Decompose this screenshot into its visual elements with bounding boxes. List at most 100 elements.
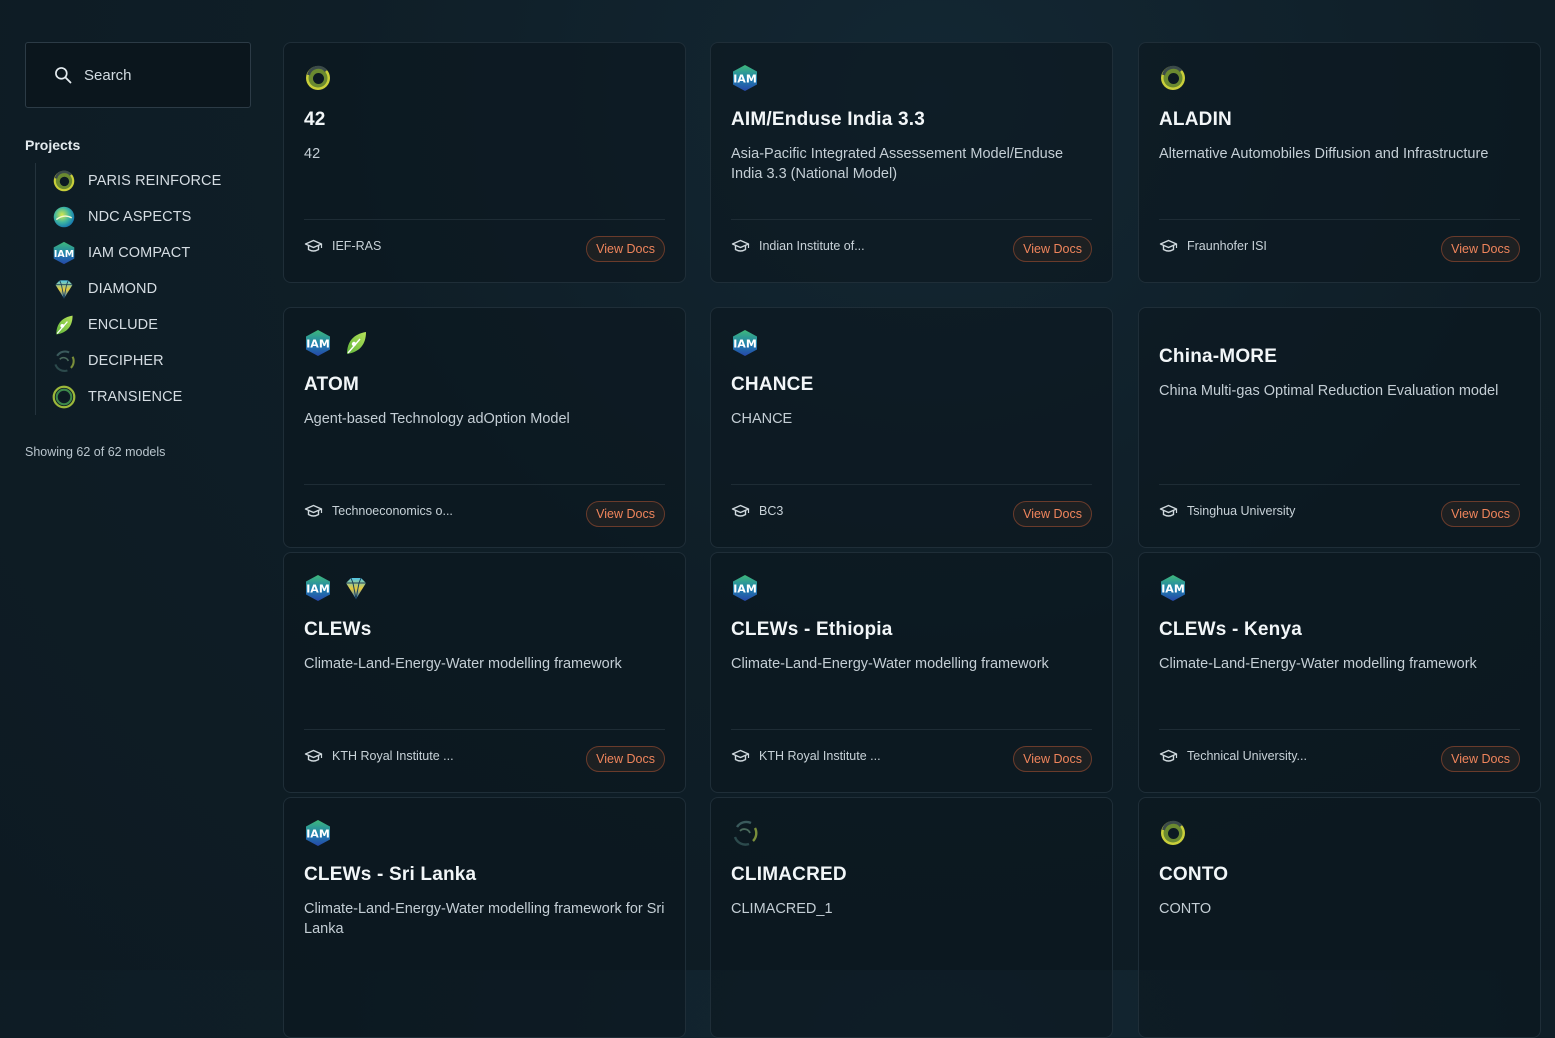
institution: BC3 xyxy=(731,504,783,518)
project-item-iam-compact[interactable]: IAM IAM COMPACT xyxy=(52,235,251,271)
institution: Indian Institute of... xyxy=(731,239,865,253)
project-item-label: PARIS REINFORCE xyxy=(88,173,222,189)
institution: Tsinghua University xyxy=(1159,504,1295,518)
view-docs-button[interactable]: View Docs xyxy=(586,236,665,262)
project-badges xyxy=(304,64,332,92)
project-item-enclude[interactable]: ENCLUDE xyxy=(52,307,251,343)
decipher-logo-icon xyxy=(731,819,759,847)
model-card[interactable]: IAM CLEWs Climate-Land-Energy-Water modell… xyxy=(283,552,686,793)
institution-name: KTH Royal Institute ... xyxy=(759,749,881,763)
model-title: ALADIN xyxy=(1159,109,1232,130)
project-badges xyxy=(731,819,759,847)
iam-compact-logo-icon: IAM xyxy=(304,819,332,847)
card-divider xyxy=(1159,219,1520,220)
model-card[interactable]: IAM AIM/Enduse India 3.3 Asia-Pacific Inte… xyxy=(710,42,1113,283)
enclude-leaf-icon xyxy=(52,313,76,337)
model-card[interactable]: IAM CLEWs - Ethiopia Climate-Land-Energy-W… xyxy=(710,552,1113,793)
iam-compact-logo-icon: IAM xyxy=(1159,574,1187,602)
graduation-cap-icon xyxy=(731,504,759,518)
model-title: CHANCE xyxy=(731,374,814,395)
institution: KTH Royal Institute ... xyxy=(304,749,454,763)
model-card[interactable]: ALADIN Alternative Automobiles Diffusion … xyxy=(1138,42,1541,283)
view-docs-button[interactable]: View Docs xyxy=(1013,236,1092,262)
model-title: CLEWs - Kenya xyxy=(1159,619,1303,640)
card-divider xyxy=(731,219,1092,220)
view-docs-button[interactable]: View Docs xyxy=(1441,501,1520,527)
project-item-label: NDC ASPECTS xyxy=(88,209,192,225)
svg-text:IAM: IAM xyxy=(733,338,757,351)
card-divider xyxy=(304,484,665,485)
model-description: CONTO xyxy=(1159,901,1212,917)
view-docs-button[interactable]: View Docs xyxy=(1441,236,1520,262)
project-list: PARIS REINFORCE NDC ASPECTS IAM IAM COMPACT… xyxy=(35,163,251,415)
project-item-label: DIAMOND xyxy=(88,281,158,297)
graduation-cap-icon xyxy=(304,749,332,763)
project-item-ndc-aspects[interactable]: NDC ASPECTS xyxy=(52,199,251,235)
model-description: CHANCE xyxy=(731,411,793,427)
institution: Technoeconomics o... xyxy=(304,504,453,518)
project-badges: IAM xyxy=(304,329,370,357)
institution: KTH Royal Institute ... xyxy=(731,749,881,763)
model-title: CLIMACRED xyxy=(731,864,847,885)
model-card[interactable]: IAM CHANCE CHANCE BC3 View Docs xyxy=(710,307,1113,548)
graduation-cap-icon xyxy=(731,749,759,763)
sidebar: Projects PARIS REINFORCE NDC ASPECTS IAMIA… xyxy=(25,42,251,459)
institution-name: KTH Royal Institute ... xyxy=(332,749,454,763)
project-item-label: IAM COMPACT xyxy=(88,245,191,261)
iam-compact-logo-icon: IAM xyxy=(304,329,332,357)
view-docs-button[interactable]: View Docs xyxy=(1441,746,1520,772)
model-card[interactable]: IAM CLEWs - Sri Lanka Climate-Land-Energy-… xyxy=(283,797,686,1038)
model-card[interactable]: IAM ATOM Agent-based Technology adOption M… xyxy=(283,307,686,548)
card-divider xyxy=(1159,729,1520,730)
graduation-cap-icon xyxy=(1159,239,1187,253)
ndc-aspects-logo-icon xyxy=(52,205,76,229)
projects-heading: Projects xyxy=(25,137,81,153)
project-badges: IAM xyxy=(731,574,759,602)
institution: Technical University... xyxy=(1159,749,1307,763)
project-badges: IAM xyxy=(304,574,370,602)
model-card[interactable]: 42 42 IEF-RAS View Docs xyxy=(283,42,686,283)
project-item-decipher[interactable]: DECIPHER xyxy=(52,343,251,379)
institution-name: Technoeconomics o... xyxy=(332,504,453,518)
project-badges: IAM xyxy=(731,329,759,357)
model-title: CLEWs xyxy=(304,619,372,640)
svg-text:IAM: IAM xyxy=(1161,583,1185,596)
project-badges xyxy=(1159,819,1187,847)
model-card[interactable]: IAM CLEWs - Kenya Climate-Land-Energy-Wate… xyxy=(1138,552,1541,793)
view-docs-button[interactable]: View Docs xyxy=(1013,501,1092,527)
model-description: Climate-Land-Energy-Water modelling fram… xyxy=(731,656,1049,672)
model-title: China-MORE xyxy=(1159,346,1278,367)
model-card[interactable]: CLIMACRED CLIMACRED_1 xyxy=(710,797,1113,1038)
model-card[interactable]: CONTO CONTO xyxy=(1138,797,1541,1038)
search-box[interactable] xyxy=(25,42,251,108)
institution: IEF-RAS xyxy=(304,239,381,253)
model-title: CLEWs - Ethiopia xyxy=(731,619,893,640)
graduation-cap-icon xyxy=(304,504,332,518)
svg-text:IAM: IAM xyxy=(306,828,330,841)
transience-logo-icon xyxy=(52,385,76,409)
paris-reinforce-logo-icon xyxy=(1159,819,1187,847)
graduation-cap-icon xyxy=(304,239,332,253)
project-item-diamond[interactable]: DIAMOND xyxy=(52,271,251,307)
decipher-logo-icon xyxy=(52,349,76,373)
institution-name: Technical University... xyxy=(1187,749,1307,763)
model-description: CLIMACRED_1 xyxy=(731,901,833,917)
project-badges xyxy=(1159,64,1187,92)
project-badges: IAM xyxy=(1159,574,1187,602)
project-item-label: TRANSIENCE xyxy=(88,389,183,405)
view-docs-button[interactable]: View Docs xyxy=(1013,746,1092,772)
search-input[interactable] xyxy=(84,66,234,84)
project-item-paris-reinforce[interactable]: PARIS REINFORCE xyxy=(52,163,251,199)
model-description: Climate-Land-Energy-Water modelling fram… xyxy=(304,901,665,937)
view-docs-button[interactable]: View Docs xyxy=(586,746,665,772)
model-title: CLEWs - Sri Lanka xyxy=(304,864,477,885)
model-card[interactable]: China-MORE China Multi-gas Optimal Reduct… xyxy=(1138,307,1541,548)
card-divider xyxy=(731,729,1092,730)
project-item-transience[interactable]: TRANSIENCE xyxy=(52,379,251,415)
paris-reinforce-logo-icon xyxy=(52,169,76,193)
institution-name: BC3 xyxy=(759,504,784,518)
card-divider xyxy=(304,729,665,730)
diamond-logo-icon xyxy=(52,277,76,301)
paris-reinforce-logo-icon xyxy=(1159,64,1187,92)
view-docs-button[interactable]: View Docs xyxy=(586,501,665,527)
